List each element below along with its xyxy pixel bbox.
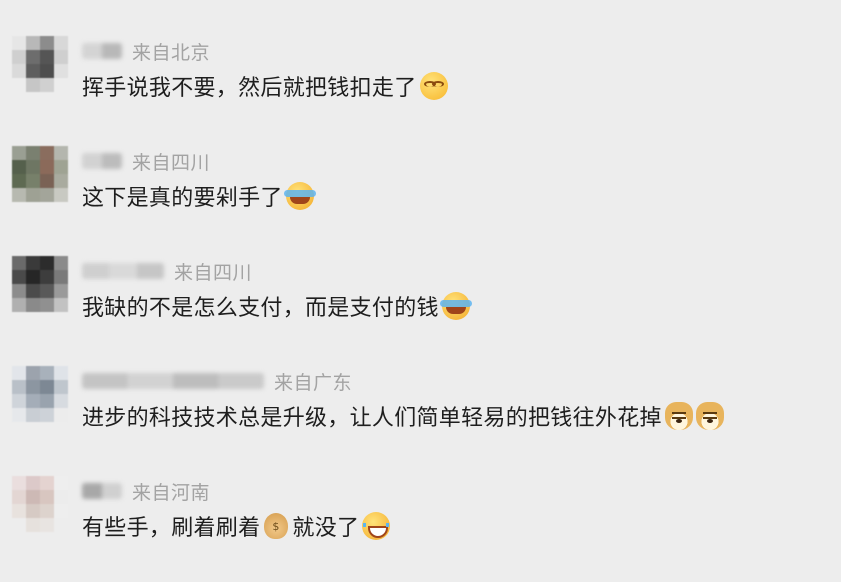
location-label: 来自北京	[132, 41, 211, 64]
smirk-face-icon	[419, 72, 448, 100]
comment-item: 来自广东 进步的科技技术总是升级，让人们简单轻易的把钱往外花掉	[0, 360, 841, 472]
username-blurred[interactable]	[82, 483, 122, 499]
comment-text: 这下是真的要剁手了	[82, 180, 316, 212]
crying-laughing-face-icon	[439, 292, 472, 320]
location-label: 来自河南	[132, 481, 211, 504]
comment-item: 来自四川 我缺的不是怎么支付，而是支付的钱	[0, 250, 841, 362]
avatar[interactable]	[12, 146, 68, 202]
comment-item: 来自北京 挥手说我不要，然后就把钱扣走了	[0, 30, 841, 142]
comment-meta: 来自北京	[82, 38, 210, 64]
laughing-tears-face-icon	[362, 512, 391, 540]
username-blurred[interactable]	[82, 373, 264, 389]
comment-meta: 来自四川	[82, 258, 252, 284]
comment-text: 我缺的不是怎么支付，而是支付的钱	[82, 290, 472, 322]
money-bag-icon	[264, 513, 289, 539]
comment-meta: 来自广东	[82, 368, 352, 394]
doge-face-icon	[664, 402, 693, 430]
comment-text-content: 有些手，刷着刷着	[82, 516, 261, 541]
location-label: 来自广东	[274, 371, 353, 394]
comment-text-content: 这下是真的要剁手了	[82, 186, 283, 211]
comment-meta: 来自四川	[82, 148, 210, 174]
comment-text: 进步的科技技术总是升级，让人们简单轻易的把钱往外花掉	[82, 400, 724, 432]
comment-text-content: 进步的科技技术总是升级，让人们简单轻易的把钱往外花掉	[82, 406, 662, 431]
comment-text: 挥手说我不要，然后就把钱扣走了	[82, 70, 448, 102]
crying-laughing-face-icon	[283, 182, 316, 210]
comment-meta: 来自河南	[82, 478, 210, 504]
username-blurred[interactable]	[82, 153, 122, 169]
comment-text: 有些手，刷着刷着 就没了	[82, 510, 391, 542]
avatar[interactable]	[12, 36, 68, 92]
avatar[interactable]	[12, 476, 68, 532]
username-blurred[interactable]	[82, 263, 164, 279]
avatar[interactable]	[12, 366, 68, 422]
avatar[interactable]	[12, 256, 68, 312]
comment-text-content: 我缺的不是怎么支付，而是支付的钱	[82, 296, 439, 321]
comment-text-content: 就没了	[292, 516, 360, 541]
location-label: 来自四川	[132, 151, 211, 174]
comment-item: 来自四川 这下是真的要剁手了	[0, 140, 841, 252]
comment-text-content: 挥手说我不要，然后就把钱扣走了	[82, 76, 417, 101]
username-blurred[interactable]	[82, 43, 122, 59]
location-label: 来自四川	[174, 261, 253, 284]
comment-item: 来自河南 有些手，刷着刷着 就没了	[0, 470, 841, 582]
doge-face-icon	[695, 402, 724, 430]
